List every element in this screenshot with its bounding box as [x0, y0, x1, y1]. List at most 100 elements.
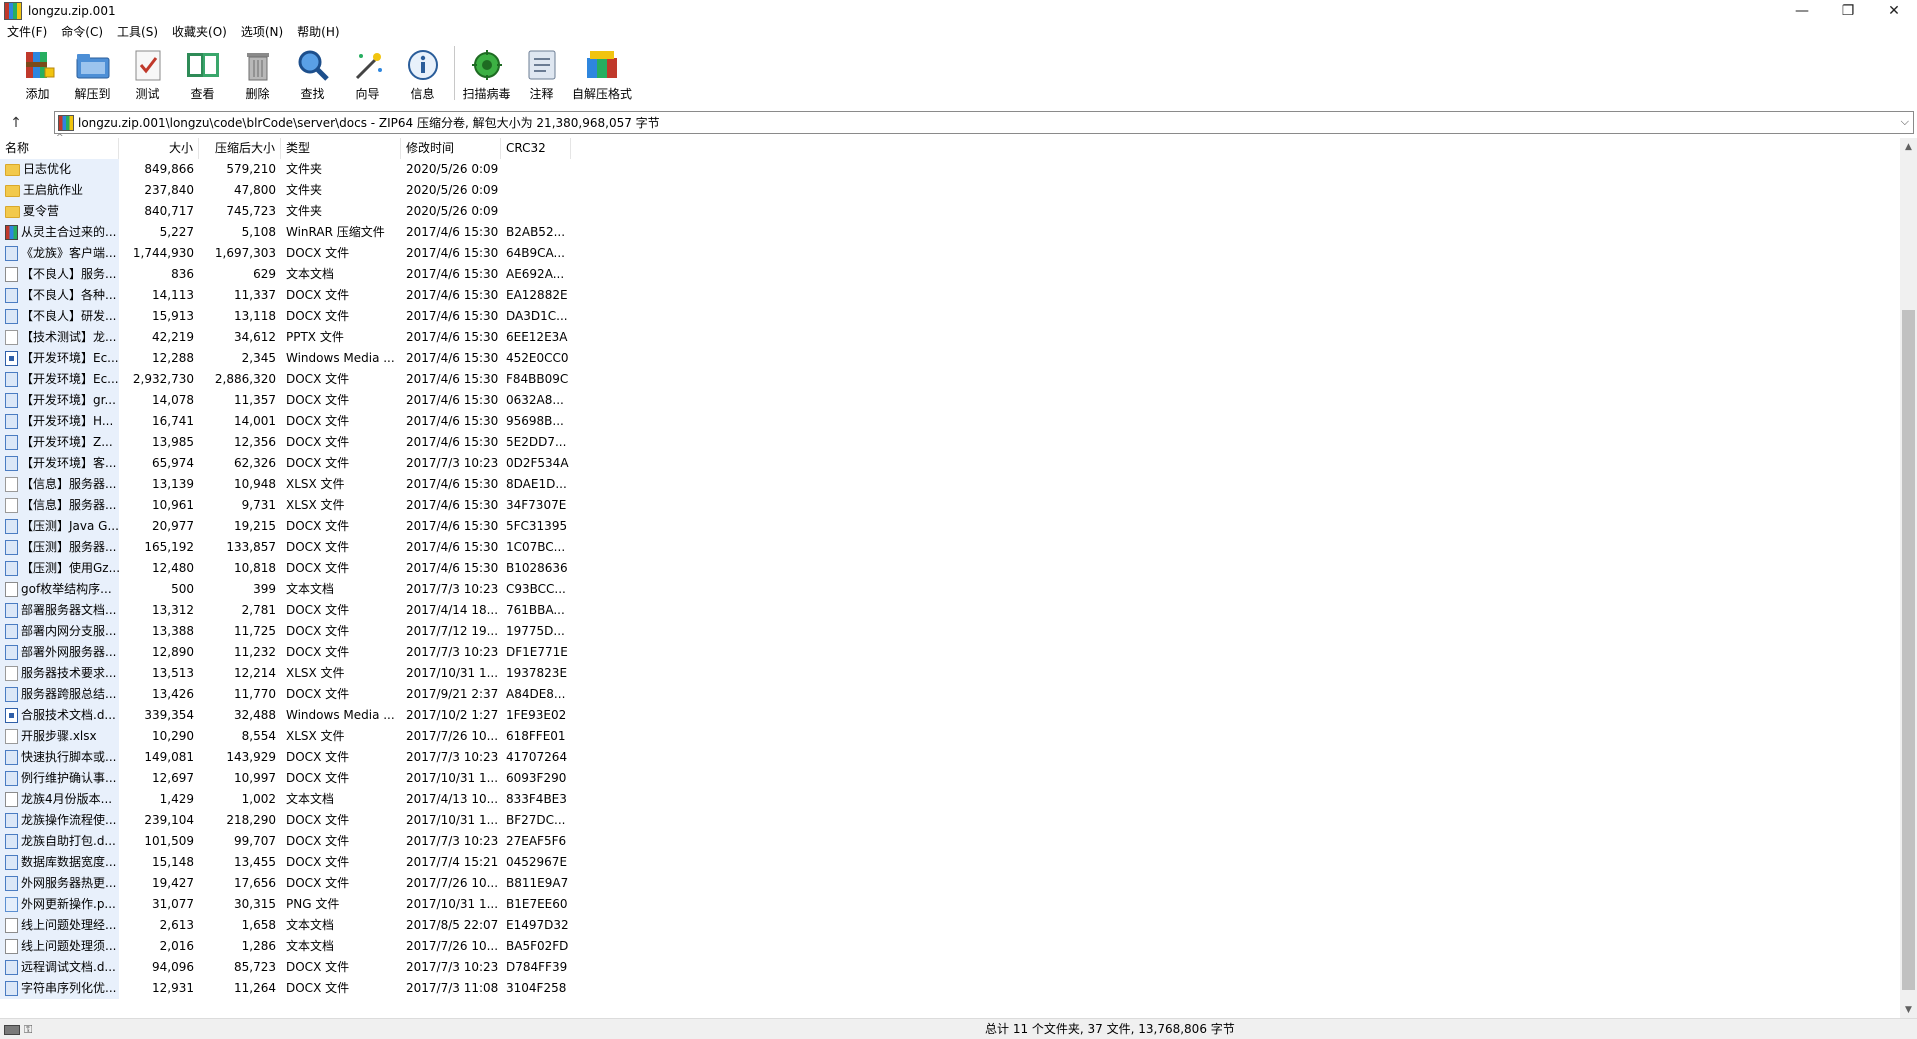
scroll-down-arrow[interactable]: ▼ — [1900, 1001, 1917, 1018]
menu-favorites[interactable]: 收藏夹(O) — [165, 22, 234, 42]
file-row[interactable]: 【信息】服务器... 10,961 9,731 XLSX 文件 2017/4/6 15:… — [0, 495, 1900, 516]
file-name-cell[interactable]: 【压测】服务器... — [0, 537, 119, 558]
file-name-cell[interactable]: 日志优化 — [0, 159, 119, 180]
file-name-cell[interactable]: 【不良人】服务... — [0, 264, 119, 285]
menu-options[interactable]: 选项(N) — [234, 22, 290, 42]
file-name-cell[interactable]: 服务器跨服总结... — [0, 684, 119, 705]
file-row[interactable]: 【开发环境】gr... 14,078 11,357 DOCX 文件 2017/4/6 1… — [0, 390, 1900, 411]
file-name-cell[interactable]: 外网更新操作.p... — [0, 894, 119, 915]
file-row[interactable]: 龙族自助打包.d... 101,509 99,707 DOCX 文件 2017/7/3 … — [0, 831, 1900, 852]
file-row[interactable]: 部署服务器文档... 13,312 2,781 DOCX 文件 2017/4/14 18… — [0, 600, 1900, 621]
file-row[interactable]: 【开发环境】Ec... 12,288 2,345 Windows Media ... 2… — [0, 348, 1900, 369]
view-button[interactable]: 查看 — [175, 42, 230, 104]
file-name-cell[interactable]: 龙族操作流程使... — [0, 810, 119, 831]
file-name-cell[interactable]: 【开发环境】Ec... — [0, 348, 119, 369]
file-row[interactable]: 【信息】服务器... 13,139 10,948 XLSX 文件 2017/4/6 15… — [0, 474, 1900, 495]
file-name-cell[interactable]: 部署外网服务器... — [0, 642, 119, 663]
file-name-cell[interactable]: gof枚举结构序... — [0, 579, 119, 600]
file-name-cell[interactable]: 【开发环境】客... — [0, 453, 119, 474]
file-row[interactable]: 日志优化 849,866 579,210 文件夹 2020/5/26 0:09 — [0, 159, 1900, 180]
file-row[interactable]: gof枚举结构序... 500 399 文本文档 2017/7/3 10:23 C93BC… — [0, 579, 1900, 600]
menu-file[interactable]: 文件(F) — [0, 22, 54, 42]
file-name-cell[interactable]: 外网服务器热更... — [0, 873, 119, 894]
close-button[interactable]: ✕ — [1871, 0, 1917, 22]
file-name-cell[interactable]: 开服步骤.xlsx — [0, 726, 119, 747]
file-name-cell[interactable]: 部署内网分支服... — [0, 621, 119, 642]
file-row[interactable]: 【开发环境】Z... 13,985 12,356 DOCX 文件 2017/4/6 15… — [0, 432, 1900, 453]
file-row[interactable]: 外网更新操作.p... 31,077 30,315 PNG 文件 2017/10/31 … — [0, 894, 1900, 915]
file-row[interactable]: 线上问题处理须... 2,016 1,286 文本文档 2017/7/26 10... B… — [0, 936, 1900, 957]
file-row[interactable]: 龙族4月份版本... 1,429 1,002 文本文档 2017/4/13 10... 8… — [0, 789, 1900, 810]
file-name-cell[interactable]: 【信息】服务器... — [0, 474, 119, 495]
file-name-cell[interactable]: 夏令营 — [0, 201, 119, 222]
file-row[interactable]: 【压测】服务器... 165,192 133,857 DOCX 文件 2017/4/6 … — [0, 537, 1900, 558]
file-row[interactable]: 数据库数据宽度... 15,148 13,455 DOCX 文件 2017/7/4 15… — [0, 852, 1900, 873]
file-row[interactable]: 部署外网服务器... 12,890 11,232 DOCX 文件 2017/7/3 10… — [0, 642, 1900, 663]
file-row[interactable]: 部署内网分支服... 13,388 11,725 DOCX 文件 2017/7/12 1… — [0, 621, 1900, 642]
file-name-cell[interactable]: 【开发环境】H... — [0, 411, 119, 432]
file-name-cell[interactable]: 例行维护确认事... — [0, 768, 119, 789]
file-name-cell[interactable]: 字符串序列化优... — [0, 978, 119, 999]
file-name-cell[interactable]: 《龙族》客户端... — [0, 243, 119, 264]
test-button[interactable]: 测试 — [120, 42, 175, 104]
file-row[interactable]: 【压测】Java G... 20,977 19,215 DOCX 文件 2017/4/6… — [0, 516, 1900, 537]
file-row[interactable]: 快速执行脚本或... 149,081 143,929 DOCX 文件 2017/7/3 … — [0, 747, 1900, 768]
archive-path-field[interactable]: longzu.zip.001\longzu\code\blrCode\serve… — [54, 111, 1914, 134]
file-row[interactable]: 【开发环境】H... 16,741 14,001 DOCX 文件 2017/4/6 15… — [0, 411, 1900, 432]
file-row[interactable]: 【不良人】服务... 836 629 文本文档 2017/4/6 15:30 AE692A… — [0, 264, 1900, 285]
file-row[interactable]: 龙族操作流程使... 239,104 218,290 DOCX 文件 2017/10/3… — [0, 810, 1900, 831]
restore-button[interactable]: ❐ — [1825, 0, 1871, 22]
file-name-cell[interactable]: 服务器技术要求... — [0, 663, 119, 684]
file-name-cell[interactable]: 【开发环境】Z... — [0, 432, 119, 453]
file-name-cell[interactable]: 龙族自助打包.d... — [0, 831, 119, 852]
info-button[interactable]: 信息 — [395, 42, 450, 104]
menu-tools[interactable]: 工具(S) — [110, 22, 165, 42]
virus-scan-button[interactable]: 扫描病毒 — [459, 42, 514, 104]
file-name-cell[interactable]: 龙族4月份版本... — [0, 789, 119, 810]
file-name-cell[interactable]: 【不良人】研发... — [0, 306, 119, 327]
file-name-cell[interactable]: 从灵主合过来的... — [0, 222, 119, 243]
comment-button[interactable]: 注释 — [514, 42, 569, 104]
file-row[interactable]: 服务器技术要求... 13,513 12,214 XLSX 文件 2017/10/31 … — [0, 663, 1900, 684]
file-name-cell[interactable]: 快速执行脚本或... — [0, 747, 119, 768]
file-name-cell[interactable]: 数据库数据宽度... — [0, 852, 119, 873]
wizard-button[interactable]: 向导 — [340, 42, 395, 104]
minimize-button[interactable]: — — [1779, 0, 1825, 22]
file-row[interactable]: 从灵主合过来的... 5,227 5,108 WinRAR 压缩文件 2017/4/6 … — [0, 222, 1900, 243]
file-name-cell[interactable]: 线上问题处理经... — [0, 915, 119, 936]
file-row[interactable]: 【压测】使用Gz... 12,480 10,818 DOCX 文件 2017/4/6 1… — [0, 558, 1900, 579]
file-row[interactable]: 《龙族》客户端... 1,744,930 1,697,303 DOCX 文件 2017/… — [0, 243, 1900, 264]
file-row[interactable]: 例行维护确认事... 12,697 10,997 DOCX 文件 2017/10/31 … — [0, 768, 1900, 789]
file-name-cell[interactable]: 【压测】Java G... — [0, 516, 119, 537]
file-row[interactable]: 【开发环境】客... 65,974 62,326 DOCX 文件 2017/7/3 10… — [0, 453, 1900, 474]
key-icon[interactable]: ⚿ — [24, 1023, 32, 1037]
file-row[interactable]: 服务器跨服总结... 13,426 11,770 DOCX 文件 2017/9/21 2… — [0, 684, 1900, 705]
menu-commands[interactable]: 命令(C) — [54, 22, 110, 42]
file-name-cell[interactable]: 远程调试文档.d... — [0, 957, 119, 978]
column-header-type[interactable]: 类型 — [281, 138, 401, 159]
column-header-packed[interactable]: 压缩后大小 — [199, 138, 281, 159]
file-name-cell[interactable]: 部署服务器文档... — [0, 600, 119, 621]
menu-help[interactable]: 帮助(H) — [290, 22, 346, 42]
scroll-thumb[interactable] — [1902, 310, 1915, 990]
file-row[interactable]: 字符串序列化优... 12,931 11,264 DOCX 文件 2017/7/3 11… — [0, 978, 1900, 999]
file-row[interactable]: 【技术测试】龙... 42,219 34,612 PPTX 文件 2017/4/6 15… — [0, 327, 1900, 348]
up-one-level-button[interactable]: ↑ — [0, 111, 32, 135]
file-name-cell[interactable]: 合服技术文档.d... — [0, 705, 119, 726]
sfx-button[interactable]: 自解压格式 — [569, 42, 635, 104]
column-header-modified[interactable]: 修改时间 — [401, 138, 501, 159]
file-name-cell[interactable]: 【不良人】各种... — [0, 285, 119, 306]
file-row[interactable]: 【开发环境】Ec... 2,932,730 2,886,320 DOCX 文件 2017… — [0, 369, 1900, 390]
scroll-up-arrow[interactable]: ▲ — [1900, 138, 1917, 155]
file-row[interactable]: 【不良人】研发... 15,913 13,118 DOCX 文件 2017/4/6 15… — [0, 306, 1900, 327]
file-name-cell[interactable]: 【开发环境】gr... — [0, 390, 119, 411]
chevron-down-icon[interactable]: ⌵ — [1901, 115, 1909, 129]
file-name-cell[interactable]: 王启航作业 — [0, 180, 119, 201]
file-row[interactable]: 夏令营 840,717 745,723 文件夹 2020/5/26 0:09 — [0, 201, 1900, 222]
file-row[interactable]: 【不良人】各种... 14,113 11,337 DOCX 文件 2017/4/6 15… — [0, 285, 1900, 306]
add-button[interactable]: 添加 — [10, 42, 65, 104]
column-header-crc32[interactable]: CRC32 — [501, 138, 571, 159]
file-row[interactable]: 王启航作业 237,840 47,800 文件夹 2020/5/26 0:09 — [0, 180, 1900, 201]
file-row[interactable]: 外网服务器热更... 19,427 17,656 DOCX 文件 2017/7/26 1… — [0, 873, 1900, 894]
file-name-cell[interactable]: 【技术测试】龙... — [0, 327, 119, 348]
